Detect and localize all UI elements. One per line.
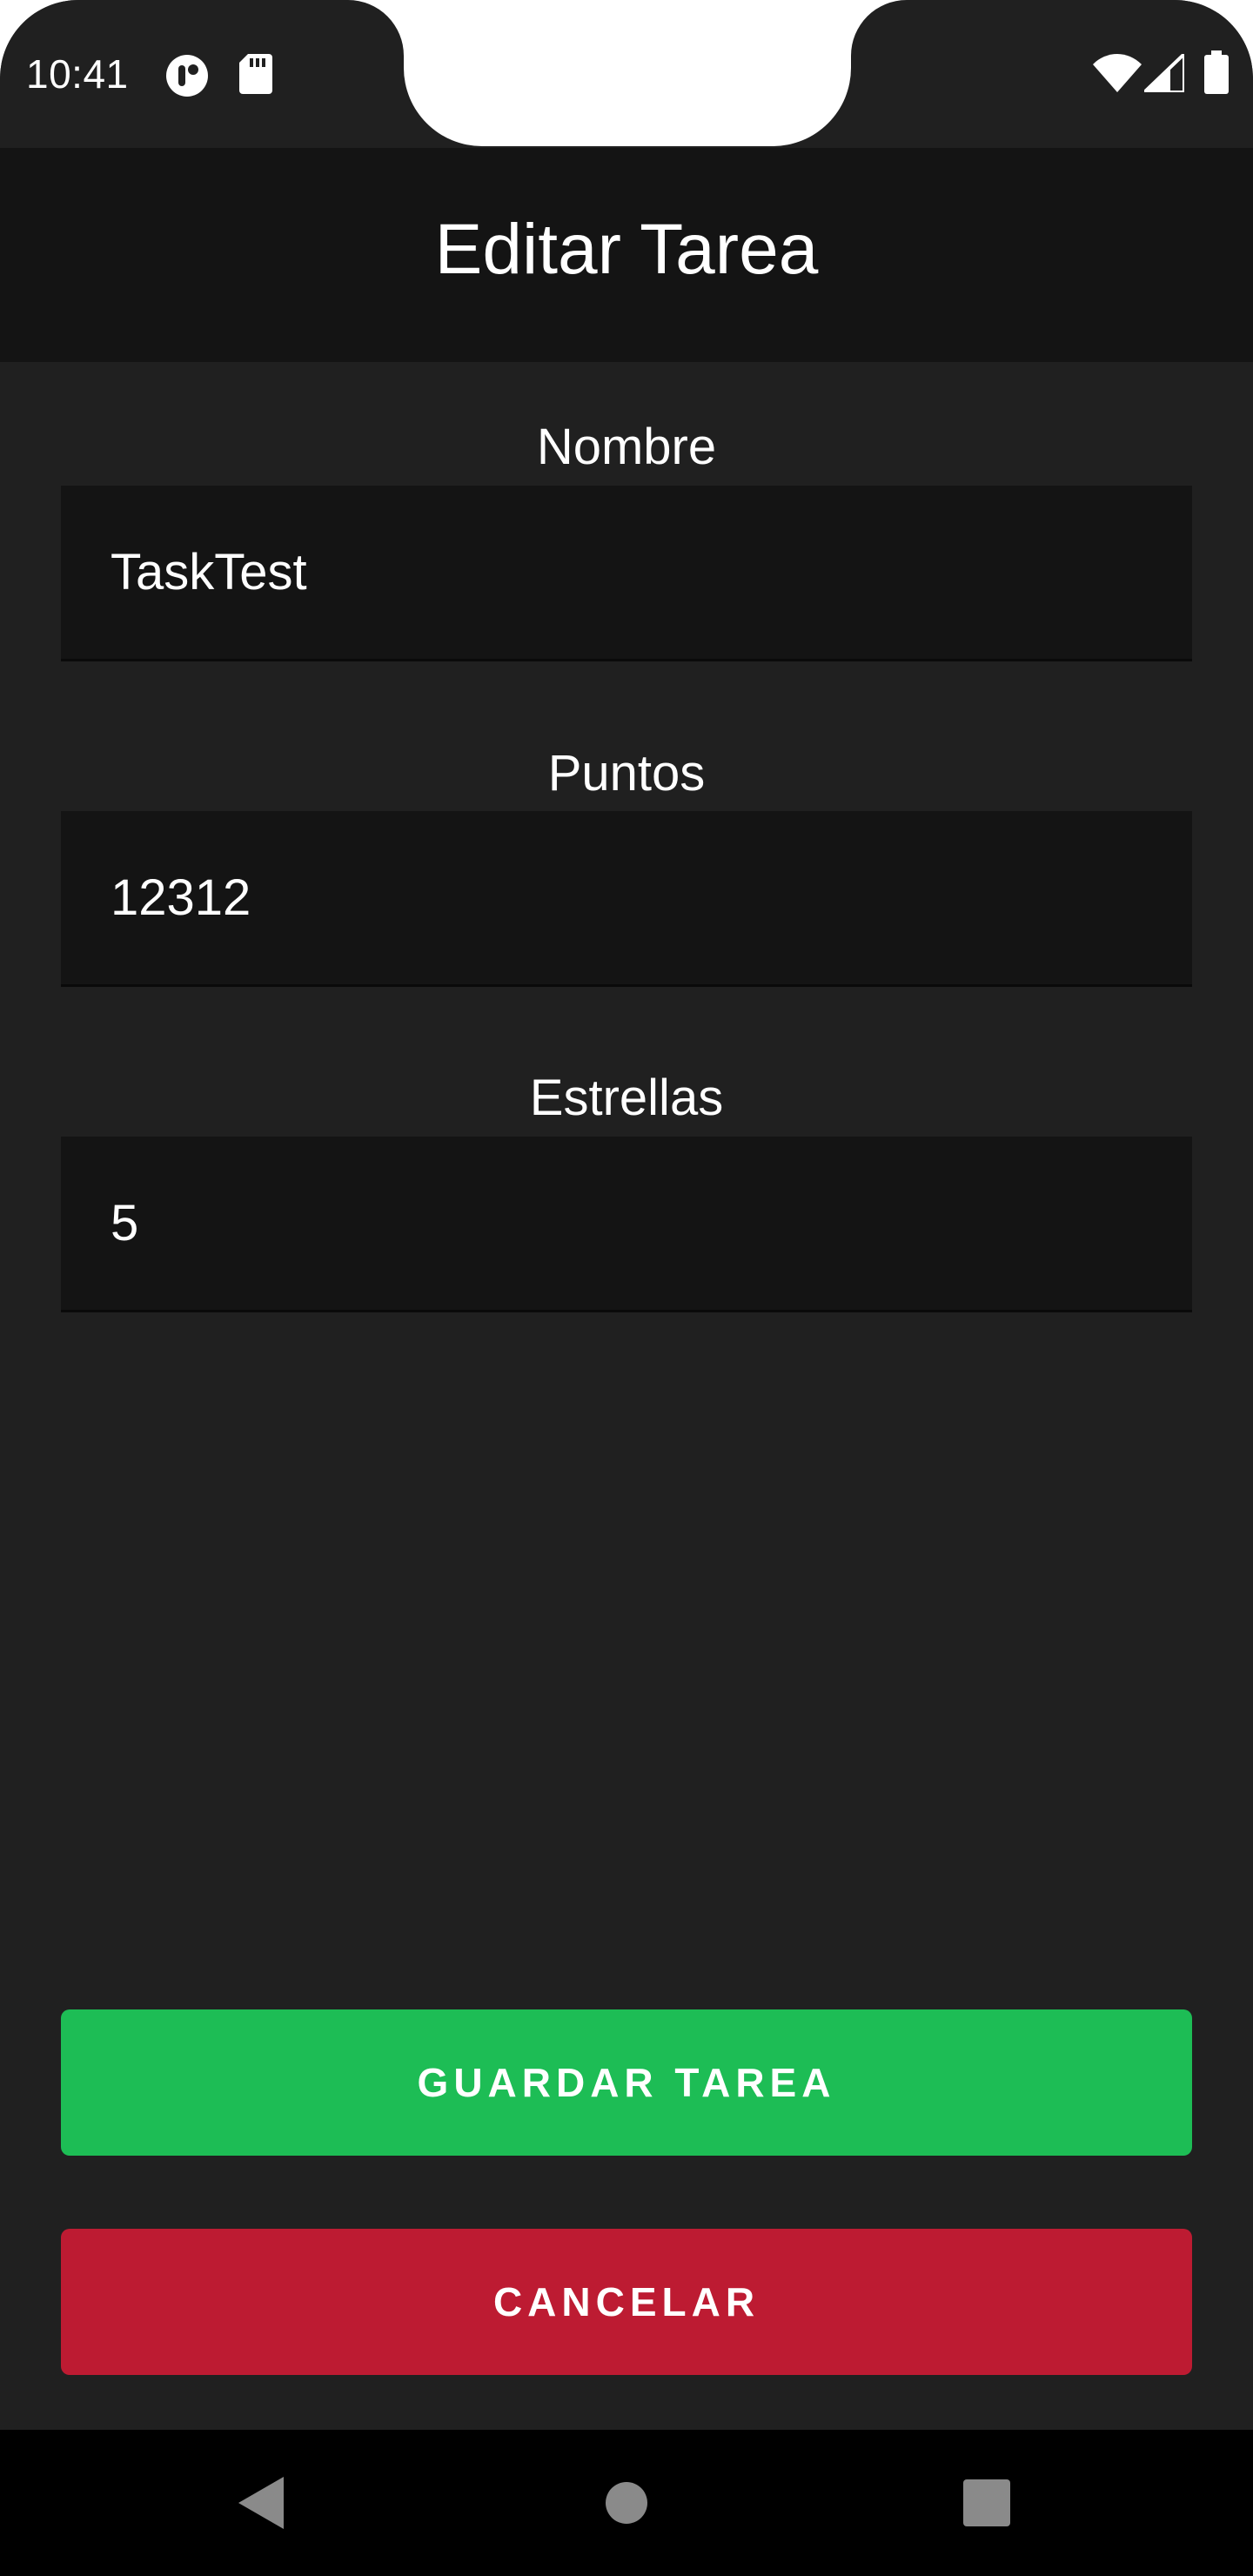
name-label: Nombre bbox=[536, 419, 717, 475]
name-field[interactable] bbox=[61, 486, 1192, 661]
points-input[interactable] bbox=[111, 869, 1192, 927]
cancel-button[interactable]: CANCELAR bbox=[61, 2229, 1192, 2375]
back-icon bbox=[238, 2477, 284, 2529]
sd-card-icon bbox=[239, 54, 272, 98]
home-icon bbox=[606, 2482, 647, 2524]
display-notch bbox=[404, 0, 851, 146]
battery-icon bbox=[1204, 50, 1229, 98]
wifi-icon bbox=[1093, 54, 1142, 97]
notch-corner-right bbox=[851, 0, 907, 56]
page-title: Editar Tarea bbox=[434, 210, 819, 289]
save-task-button[interactable]: GUARDAR TAREA bbox=[61, 2009, 1192, 2156]
notch-corner-left bbox=[348, 0, 404, 56]
sync-icon bbox=[165, 54, 209, 102]
home-button[interactable] bbox=[539, 2430, 714, 2576]
name-input[interactable] bbox=[111, 543, 1192, 601]
navigation-bar bbox=[0, 2430, 1253, 2576]
recents-button[interactable] bbox=[900, 2430, 1074, 2576]
points-label: Puntos bbox=[547, 745, 706, 802]
app-bar: Editar Tarea bbox=[0, 148, 1253, 362]
signal-icon bbox=[1140, 50, 1186, 97]
back-button[interactable] bbox=[174, 2430, 348, 2576]
recents-icon bbox=[963, 2479, 1010, 2526]
stars-label: Estrellas bbox=[529, 1070, 724, 1126]
stars-field[interactable] bbox=[61, 1137, 1192, 1312]
app-screen: 10:41 Editar Tarea Nombre TaskTest Punto… bbox=[0, 0, 1253, 2576]
stars-input[interactable] bbox=[111, 1194, 1192, 1252]
points-field[interactable] bbox=[61, 811, 1192, 987]
status-time: 10:41 bbox=[26, 51, 129, 97]
status-bar: 10:41 bbox=[0, 0, 1253, 148]
